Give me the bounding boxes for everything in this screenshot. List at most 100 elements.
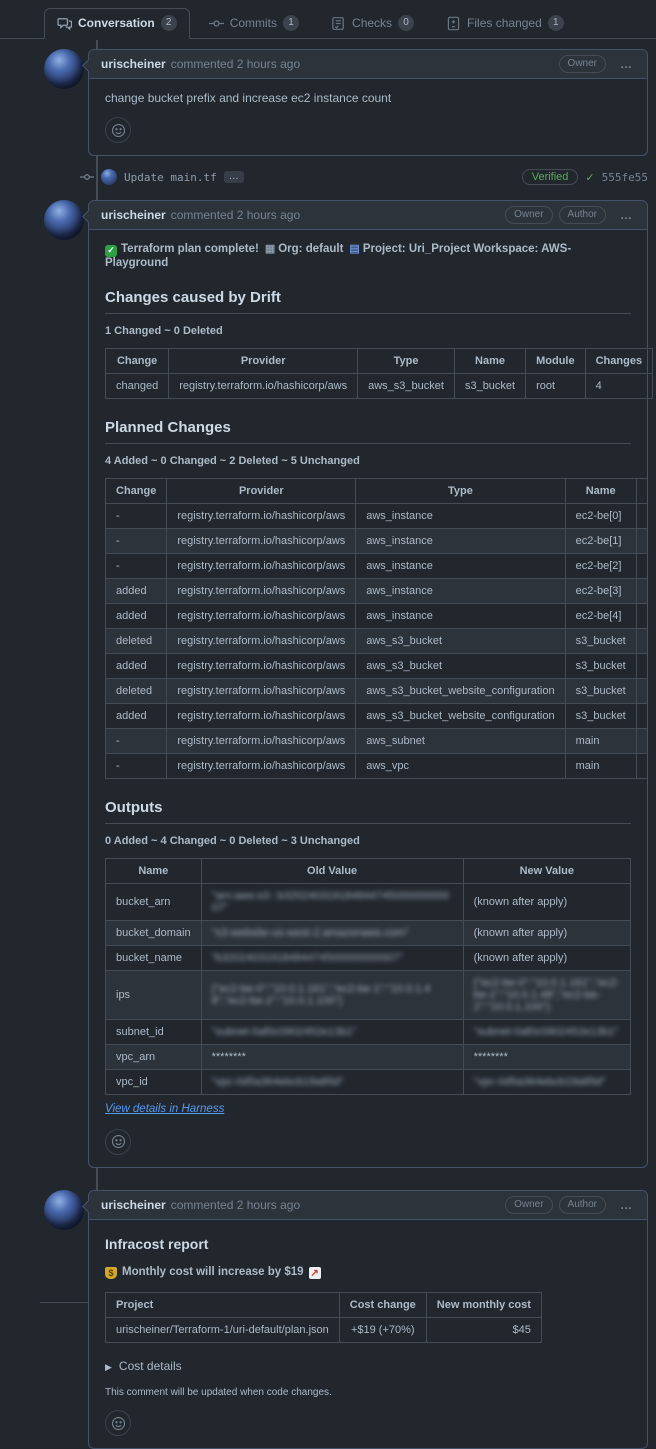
add-reaction-button[interactable] (105, 1129, 131, 1155)
commit-sha[interactable]: 555fe55 (602, 171, 648, 184)
redacted-value: "vpc-0d5a364ebcb19a85d" (212, 1076, 344, 1088)
chart-increasing-emoji-icon: ↗ (309, 1267, 321, 1279)
verified-badge[interactable]: Verified (522, 169, 579, 185)
tab-conversation-label: Conversation (78, 16, 155, 30)
owner-badge: Owner (559, 55, 606, 73)
conversation-icon (57, 16, 72, 31)
commit-ellipsis-button[interactable]: … (224, 171, 244, 183)
comment-author[interactable]: urischeiner (101, 1198, 166, 1212)
owner-badge: Owner (505, 1196, 552, 1214)
tab-commits[interactable]: Commits 1 (196, 8, 312, 39)
file-diff-icon (446, 16, 461, 31)
table-row: bucket_arn"arn:aws:s3:::b320240319184844… (106, 883, 631, 920)
git-commit-icon (209, 16, 224, 31)
triangle-right-icon: ▶ (105, 1362, 112, 1372)
col-header: Changes (585, 348, 652, 373)
col-header: Project (106, 1293, 340, 1318)
smiley-icon (111, 1134, 126, 1149)
avatar[interactable] (44, 1190, 84, 1230)
checklist-icon (331, 16, 346, 31)
col-header: Name (106, 858, 202, 883)
table-row: deletedregistry.terraform.io/hashicorp/a… (106, 678, 648, 703)
drift-section-title: Changes caused by Drift (105, 279, 631, 314)
add-reaction-button[interactable] (105, 1410, 131, 1436)
tab-files-changed-label: Files changed (467, 16, 542, 30)
table-row: subnet_id"subnet-0af0c0902452e13b1""subn… (106, 1019, 631, 1044)
kebab-menu-icon[interactable]: … (618, 1198, 635, 1212)
table-row: urischeiner/Terraform-1/uri-default/plan… (106, 1318, 542, 1343)
redacted-value: "subnet-0af0c0902452e13b1" (474, 1026, 619, 1038)
org-emoji-icon: ▦ (265, 243, 275, 255)
comment-3: urischeiner commented 2 hours ago Owner … (0, 1190, 656, 1449)
avatar[interactable] (44, 49, 84, 89)
tab-conversation-count: 2 (161, 15, 177, 31)
tab-conversation[interactable]: Conversation 2 (44, 8, 190, 39)
comment-author[interactable]: urischeiner (101, 57, 166, 71)
avatar[interactable] (101, 169, 117, 185)
comment-body-text: change bucket prefix and increase ec2 in… (105, 91, 631, 105)
table-row: -registry.terraform.io/hashicorp/awsaws_… (106, 753, 648, 778)
tab-checks-count: 0 (398, 15, 414, 31)
redacted-value: "b32024031918484474500000000007" (212, 952, 403, 964)
check-emoji-icon: ✓ (105, 245, 117, 257)
comment-1: urischeiner commented 2 hours ago Owner … (0, 49, 656, 156)
redacted-value: "subnet-0af0c0902452e13b1" (212, 1026, 357, 1038)
avatar[interactable] (44, 200, 84, 240)
drift-table: Change Provider Type Name Module Changes… (105, 348, 653, 399)
tab-checks[interactable]: Checks 0 (318, 8, 427, 39)
author-badge: Author (559, 206, 606, 224)
view-details-in-harness-link[interactable]: View details in Harness (105, 1103, 224, 1115)
comment-2: urischeiner commented 2 hours ago Owner … (0, 200, 656, 1168)
table-row: addedregistry.terraform.io/hashicorp/aws… (106, 653, 648, 678)
tab-checks-label: Checks (352, 16, 392, 30)
owner-badge: Owner (505, 206, 552, 224)
redacted-value: "arn:aws:s3:::b3202403191848447450000000… (212, 890, 450, 914)
project-emoji-icon: ▤ (349, 243, 359, 255)
col-header: New Value (463, 858, 630, 883)
outputs-table: Name Old Value New Value bucket_arn"arn:… (105, 858, 631, 1095)
comment-header: urischeiner commented 2 hours ago Owner … (89, 1191, 647, 1220)
col-header: Provider (169, 348, 358, 373)
col-header: Cost change (339, 1293, 426, 1318)
table-row: -registry.terraform.io/hashicorp/awsaws_… (106, 528, 648, 553)
smiley-icon (111, 1416, 126, 1431)
comment-meta: commented 2 hours ago (171, 208, 300, 222)
col-header: New monthly cost (426, 1293, 541, 1318)
comment-box: urischeiner commented 2 hours ago Owner … (88, 1190, 648, 1449)
kebab-menu-icon[interactable]: … (618, 208, 635, 222)
comment-meta: commented 2 hours ago (171, 57, 300, 71)
table-row: vpc_id"vpc-0d5a364ebcb19a85d""vpc-0d5a36… (106, 1069, 631, 1094)
comment-header: urischeiner commented 2 hours ago Owner … (89, 201, 647, 230)
terraform-plan-status-line: ✓Terraform plan complete!▦Org: default▤P… (105, 242, 631, 269)
comment-box: urischeiner commented 2 hours ago Owner … (88, 200, 648, 1168)
comment-author[interactable]: urischeiner (101, 208, 166, 222)
git-commit-icon (80, 168, 94, 186)
commit-message[interactable]: Update main.tf (124, 171, 217, 184)
update-footnote: This comment will be updated when code c… (105, 1387, 631, 1398)
infracost-report-title: Infracost report (105, 1236, 631, 1252)
planned-changes-summary: 4 Added ~ 0 Changed ~ 2 Deleted ~ 5 Unch… (105, 455, 631, 467)
author-badge: Author (559, 1196, 606, 1214)
monthly-cost-line: $Monthly cost will increase by $19↗ (105, 1266, 631, 1280)
outputs-summary: 0 Added ~ 4 Changed ~ 0 Deleted ~ 3 Unch… (105, 835, 631, 847)
kebab-menu-icon[interactable]: … (618, 57, 635, 71)
col-header: Module (526, 348, 586, 373)
tab-files-changed-count: 1 (548, 15, 564, 31)
tab-files-changed[interactable]: Files changed 1 (433, 8, 577, 39)
table-row: addedregistry.terraform.io/hashicorp/aws… (106, 603, 648, 628)
cost-details-expander[interactable]: ▶Cost details (105, 1359, 631, 1373)
col-header: Change (106, 478, 167, 503)
add-reaction-button[interactable] (105, 117, 131, 143)
table-row: -registry.terraform.io/hashicorp/awsaws_… (106, 728, 648, 753)
table-row: bucket_domain"s3-website-us-west-2.amazo… (106, 920, 631, 945)
table-row: changed registry.terraform.io/hashicorp/… (106, 373, 653, 398)
redacted-value: {"ec2-be-0":"10.0.1.161","ec2-be-1":"10.… (212, 983, 431, 1007)
col-header: Type (356, 478, 565, 503)
col-header: Old Value (201, 858, 463, 883)
col-header: Provider (167, 478, 356, 503)
col-header: Name (565, 478, 636, 503)
col-header: Name (454, 348, 525, 373)
table-row: bucket_name"b320240319184844745000000000… (106, 945, 631, 970)
commit-row: Update main.tf … Verified ✓ 555fe55 (80, 168, 648, 186)
outputs-section-title: Outputs (105, 789, 631, 824)
